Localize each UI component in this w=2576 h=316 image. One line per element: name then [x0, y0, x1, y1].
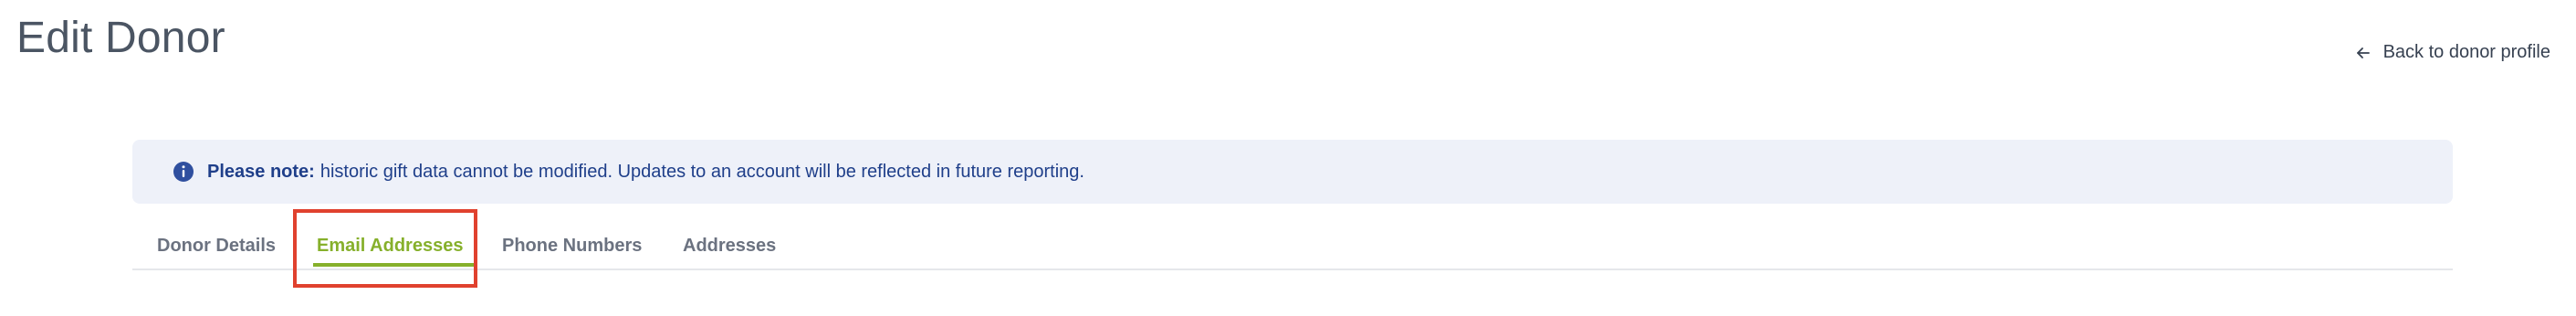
active-tab-indicator — [313, 263, 474, 267]
notice-bold-label: Please note: — [207, 161, 315, 182]
page-title: Edit Donor — [16, 14, 225, 62]
notice-message: historic gift data cannot be modified. U… — [319, 161, 1084, 182]
info-icon — [173, 162, 194, 182]
arrow-left-icon — [2356, 47, 2370, 58]
tab-addresses[interactable]: Addresses — [683, 236, 776, 257]
tab-phone-numbers[interactable]: Phone Numbers — [502, 236, 642, 257]
notice-banner: Please note: historic gift data cannot b… — [132, 140, 2453, 204]
tab-donor-details[interactable]: Donor Details — [157, 236, 276, 257]
back-link-label: Back to donor profile — [2382, 42, 2550, 62]
tab-bar: Donor Details Email Addresses Phone Numb… — [132, 225, 2453, 270]
tab-email-addresses[interactable]: Email Addresses — [317, 236, 463, 257]
back-to-donor-profile-link[interactable]: Back to donor profile — [2354, 42, 2550, 63]
